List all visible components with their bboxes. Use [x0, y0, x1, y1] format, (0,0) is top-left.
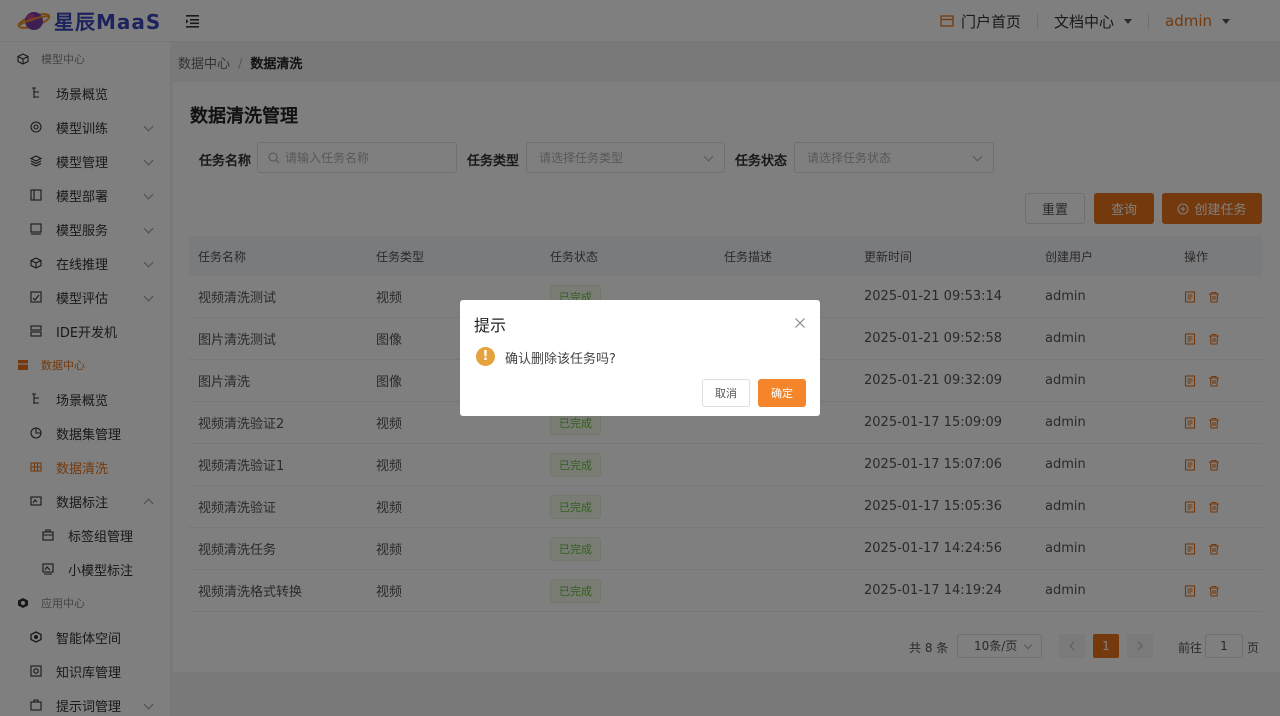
confirm-button[interactable]: 确定 — [758, 379, 806, 407]
cancel-button[interactable]: 取消 — [702, 379, 750, 407]
close-icon[interactable] — [794, 317, 806, 329]
dialog-title: 提示 — [474, 316, 507, 335]
warning-icon: ! — [476, 347, 495, 366]
confirm-dialog: 提示 ! 确认删除该任务吗? 取消 确定 — [460, 300, 820, 416]
dialog-message: 确认删除该任务吗? — [505, 352, 616, 367]
